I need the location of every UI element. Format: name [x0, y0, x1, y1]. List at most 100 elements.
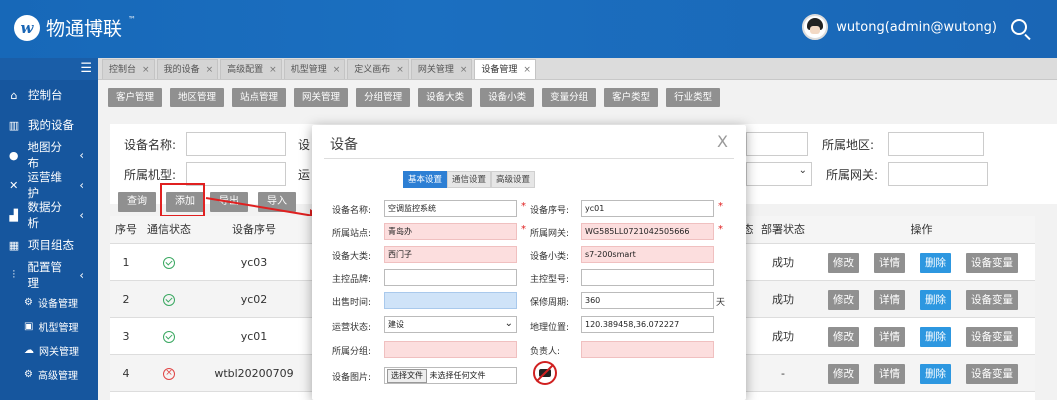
- warranty-field[interactable]: 360: [581, 292, 714, 309]
- delete-button[interactable]: 删除: [920, 290, 951, 310]
- logo[interactable]: w 物通博联 ™: [14, 14, 136, 41]
- tab-label: 控制台: [109, 65, 137, 75]
- category-button-7[interactable]: 变量分组: [542, 88, 597, 107]
- major-field[interactable]: 西门子: [384, 246, 517, 263]
- detail-button[interactable]: 详情: [874, 327, 905, 347]
- gateway-field[interactable]: WG585LL0721042505666: [581, 223, 714, 240]
- sale-date-field[interactable]: [384, 292, 517, 309]
- edit-button[interactable]: 修改: [828, 253, 859, 273]
- sidebar-subitem-2[interactable]: ☁ 网关管理: [0, 338, 98, 362]
- file-status: 未选择任何文件: [429, 371, 486, 380]
- category-button-8[interactable]: 客户类型: [604, 88, 659, 107]
- category-button-2[interactable]: 站点管理: [232, 88, 287, 107]
- search-icon[interactable]: [1011, 19, 1027, 35]
- filter-label-partial-2: 运: [298, 168, 311, 182]
- owner-field[interactable]: [581, 341, 714, 358]
- device-vars-button[interactable]: 设备变量: [966, 253, 1018, 273]
- image-file-input[interactable]: 选择文件 未选择任何文件: [384, 367, 517, 384]
- device-name-field[interactable]: 空调监控系统: [384, 200, 517, 217]
- col-serial: 设备序号: [196, 216, 312, 244]
- device-vars-button[interactable]: 设备变量: [966, 290, 1018, 310]
- tab-6[interactable]: 设备管理 ×: [474, 59, 536, 79]
- close-icon[interactable]: ×: [206, 60, 214, 79]
- close-icon[interactable]: ×: [333, 60, 341, 79]
- close-icon[interactable]: ×: [269, 60, 277, 79]
- tab-2[interactable]: 高级配置 ×: [220, 59, 282, 79]
- detail-button[interactable]: 详情: [874, 253, 905, 273]
- device-vars-button[interactable]: 设备变量: [966, 364, 1018, 384]
- serial-field[interactable]: yc01: [581, 200, 714, 217]
- person-icon: ●: [8, 148, 19, 162]
- category-button-3[interactable]: 网关管理: [294, 88, 349, 107]
- sidebar-item-1[interactable]: ▥ 我的设备: [0, 110, 98, 140]
- edit-button[interactable]: 修改: [828, 327, 859, 347]
- sidebar-subitem-0[interactable]: ⚙ 设备管理: [0, 290, 98, 314]
- close-icon[interactable]: X: [717, 132, 728, 151]
- logo-icon: w: [14, 14, 40, 41]
- avatar[interactable]: [802, 14, 829, 40]
- col-ops: 操作: [808, 216, 1035, 244]
- sidebar-item-4[interactable]: ▟ 数据分析 ‹: [0, 200, 98, 230]
- menu-toggle-icon[interactable]: ☰: [0, 58, 98, 80]
- sidebar-item-0[interactable]: ⌂ 控制台: [0, 80, 98, 110]
- modal-tab-0[interactable]: 基本设置: [403, 171, 448, 188]
- sidebar-item-5[interactable]: ▦ 项目组态: [0, 230, 98, 260]
- category-button-0[interactable]: 客户管理: [108, 88, 163, 107]
- tab-label: 高级配置: [227, 65, 264, 75]
- category-button-4[interactable]: 分组管理: [356, 88, 411, 107]
- gateway-input[interactable]: [888, 162, 988, 186]
- required-mark: *: [718, 201, 723, 212]
- tab-1[interactable]: 我的设备 ×: [156, 59, 219, 79]
- device-name-input[interactable]: [186, 132, 286, 156]
- sidebar-item-2[interactable]: ● 地图分布 ‹: [0, 140, 98, 170]
- sidebar-item-label: 运营维护: [27, 170, 62, 200]
- delete-button[interactable]: 删除: [920, 327, 951, 347]
- region-label: 所属地区:: [822, 138, 875, 152]
- user-name[interactable]: wutong(admin@wutong): [836, 20, 997, 35]
- tab-0[interactable]: 控制台 ×: [102, 59, 155, 79]
- brand-field[interactable]: [384, 269, 517, 286]
- sidebar-subitem-3[interactable]: ⚙ 高级管理: [0, 362, 98, 386]
- minor-field[interactable]: s7-200smart: [581, 246, 714, 263]
- edit-button[interactable]: 修改: [828, 290, 859, 310]
- filter-select-hidden[interactable]: ⌄: [746, 162, 812, 186]
- close-icon[interactable]: ×: [142, 60, 150, 79]
- category-button-1[interactable]: 地区管理: [170, 88, 225, 107]
- required-mark: *: [521, 224, 526, 235]
- delete-button[interactable]: 删除: [920, 253, 951, 273]
- row-serial: yc02: [240, 293, 268, 306]
- modal-tab-2[interactable]: 高级设置: [491, 171, 536, 188]
- tab-5[interactable]: 网关管理 ×: [410, 59, 473, 79]
- query-button[interactable]: 查询: [118, 192, 156, 212]
- filter-input-hidden-1[interactable]: [746, 132, 808, 156]
- close-icon[interactable]: ×: [460, 60, 468, 79]
- detail-button[interactable]: 详情: [874, 364, 905, 384]
- close-icon[interactable]: ×: [523, 60, 531, 79]
- close-icon[interactable]: ×: [396, 60, 404, 79]
- group-field[interactable]: [384, 341, 517, 358]
- delete-button[interactable]: 删除: [920, 364, 951, 384]
- region-input[interactable]: [888, 132, 984, 156]
- site-field[interactable]: 青岛办: [384, 223, 517, 240]
- config-icon: ⫶: [12, 268, 16, 281]
- category-button-6[interactable]: 设备小类: [480, 88, 535, 107]
- tab-4[interactable]: 定义画布 ×: [347, 59, 409, 79]
- tab-label: 设备管理: [481, 65, 518, 75]
- sidebar-item-6[interactable]: ⫶ 配置管理 ‹: [0, 260, 98, 290]
- modal-tab-1[interactable]: 通信设置: [447, 171, 492, 188]
- category-button-9[interactable]: 行业类型: [666, 88, 721, 107]
- location-field[interactable]: 120.389458,36.072227: [581, 316, 714, 333]
- choose-file-button[interactable]: 选择文件: [387, 369, 427, 383]
- category-button-5[interactable]: 设备大类: [418, 88, 473, 107]
- sidebar-item-3[interactable]: ✕ 运营维护 ‹: [0, 170, 98, 200]
- sidebar-subitem-1[interactable]: ▣ 机型管理: [0, 314, 98, 338]
- detail-button[interactable]: 详情: [874, 290, 905, 310]
- sale-label: 出售时间:: [332, 298, 372, 308]
- device-vars-button[interactable]: 设备变量: [966, 327, 1018, 347]
- tab-3[interactable]: 机型管理 ×: [283, 59, 346, 79]
- model-field[interactable]: [581, 269, 714, 286]
- edit-button[interactable]: 修改: [828, 364, 859, 384]
- op-status-select[interactable]: 建设 ⌄: [384, 316, 517, 333]
- user-menu[interactable]: wutong(admin@wutong): [802, 14, 1027, 40]
- row-seq: 1: [122, 256, 130, 269]
